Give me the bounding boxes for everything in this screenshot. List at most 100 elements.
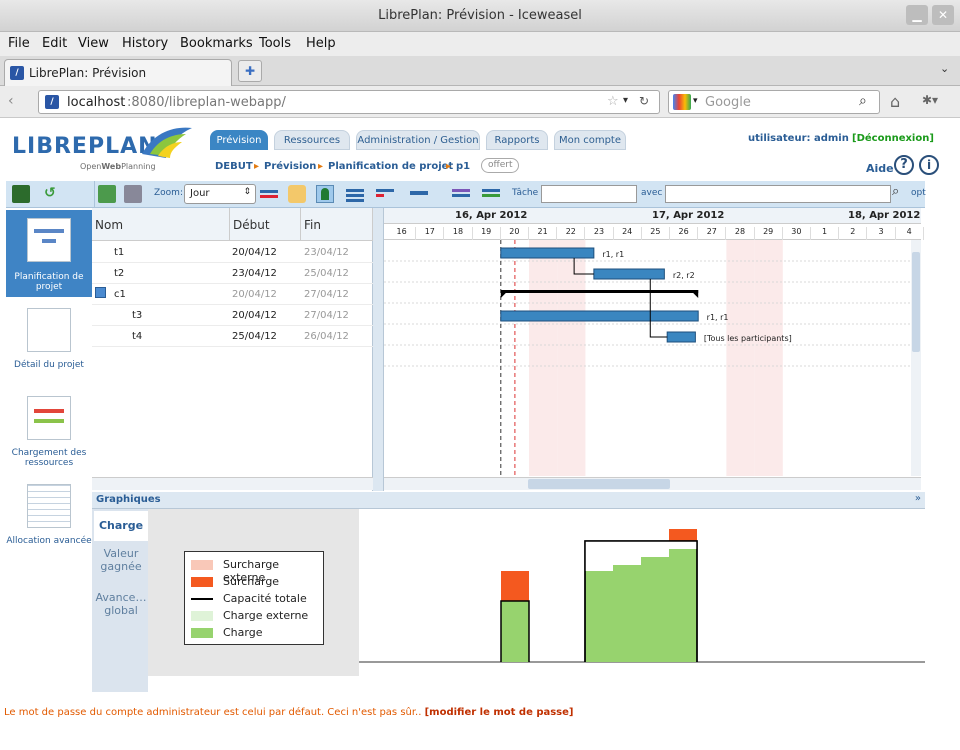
task-start[interactable]: 25/04/12 (232, 331, 277, 342)
minimize-button[interactable]: ▁ (906, 5, 928, 25)
tasklist-hscrollbar[interactable] (92, 477, 373, 490)
task-name[interactable]: t1 (114, 247, 124, 258)
flatten-tree-icon[interactable] (410, 185, 428, 203)
chart-tab-avance[interactable]: Avance… global (94, 587, 148, 627)
task-row[interactable]: t4 25/04/12 26/04/12 (92, 326, 373, 347)
menu-edit[interactable]: Edit (42, 36, 67, 51)
tab-list-chevron-icon[interactable]: ⌄ (940, 62, 949, 75)
breadcrumb-debut[interactable]: DEBUT (215, 161, 253, 172)
history-dropdown-icon[interactable]: ▾ (623, 95, 628, 106)
charts-header[interactable]: Graphiques » (92, 492, 925, 509)
sidebar-item-detail[interactable]: Détail du projet (6, 308, 92, 388)
chart-tab-charge[interactable]: Charge (94, 511, 148, 541)
reload-icon[interactable]: ↻ (639, 94, 649, 108)
tab-ressources[interactable]: Ressources (274, 130, 350, 150)
search-box[interactable]: ▾ Google ⌕ (668, 90, 880, 114)
task-start[interactable]: 20/04/12 (232, 310, 277, 321)
task-row[interactable]: c1 20/04/12 27/04/12 (92, 284, 373, 305)
chart-tab-valeur[interactable]: Valeur gagnée (94, 543, 148, 583)
new-tab-button[interactable]: ✚ (238, 60, 262, 82)
menu-bookmarks[interactable]: Bookmarks (180, 36, 253, 51)
day-label: 4 (896, 227, 924, 240)
task-name[interactable]: t3 (132, 310, 142, 321)
task-name[interactable]: c1 (114, 289, 126, 300)
sidebar-item-label: Détail du projet (6, 360, 92, 370)
sidebar-item-planification[interactable]: Planification de projet (6, 210, 92, 297)
search-icon[interactable]: ⌕ (859, 93, 867, 109)
task-end[interactable]: 23/04/12 (304, 247, 349, 258)
gantt-vscrollbar[interactable] (911, 240, 921, 476)
sidebar-item-resource-load[interactable]: Chargement des ressources (6, 396, 92, 476)
menu-file[interactable]: File (8, 36, 30, 51)
task-start[interactable]: 20/04/12 (232, 247, 277, 258)
menu-history[interactable]: History (122, 36, 168, 51)
change-password-link[interactable]: [modifier le mot de passe] (425, 707, 574, 718)
menu-tools[interactable]: Tools (259, 36, 291, 51)
reload-plan-icon[interactable]: ↺ (44, 185, 62, 203)
tab-rapports[interactable]: Rapports (486, 130, 548, 150)
sidebar-item-advanced-allocation[interactable]: Allocation avancée (6, 484, 92, 564)
breadcrumb-planification[interactable]: Planification de projet (328, 161, 453, 172)
task-row[interactable]: t3 20/04/12 27/04/12 (92, 305, 373, 326)
zoom-select[interactable]: Jour ⇕ (184, 184, 256, 204)
expand-tasks-icon[interactable] (346, 185, 364, 203)
task-end[interactable]: 27/04/12 (304, 310, 349, 321)
resource-label: r1, r1 (602, 250, 624, 259)
breadcrumb-p1[interactable]: p1 (456, 161, 470, 172)
menu-help[interactable]: Help (306, 36, 336, 51)
resources-icon[interactable] (316, 185, 334, 203)
task-start[interactable]: 23/04/12 (232, 268, 277, 279)
task-row[interactable]: t2 23/04/12 25/04/12 (92, 263, 373, 284)
column-header-end[interactable]: Fin (301, 208, 373, 241)
dependency-arrow (650, 279, 667, 337)
url-bar[interactable]: / localhost :8080/libreplan-webapp/ ☆ ▾ … (38, 90, 660, 114)
breadcrumb-prevision[interactable]: Prévision (264, 161, 316, 172)
filter-tasks-icon[interactable] (376, 185, 394, 203)
weekend-band (529, 240, 557, 476)
print-icon[interactable] (124, 185, 142, 203)
menu-view[interactable]: View (78, 36, 109, 51)
column-header-name[interactable]: Nom (92, 208, 230, 241)
day-label: 26 (670, 227, 698, 240)
show-advances-icon[interactable] (452, 185, 470, 203)
help-icon[interactable]: ? (894, 155, 914, 175)
task-row[interactable]: t1 20/04/12 23/04/12 (92, 242, 373, 263)
info-icon[interactable]: i (919, 155, 939, 175)
browser-tab[interactable]: / LibrePlan: Prévision (4, 59, 232, 86)
column-header-start[interactable]: Début (230, 208, 301, 241)
window-title: LibrePlan: Prévision - Iceweasel (0, 8, 960, 23)
show-reported-hours-icon[interactable] (482, 185, 500, 203)
tab-administration[interactable]: Administration / Gestion (356, 130, 480, 150)
task-name[interactable]: t2 (114, 268, 124, 279)
search-placeholder: Google (705, 95, 751, 110)
user-label: utilisateur: admin (748, 133, 849, 144)
task-end[interactable]: 25/04/12 (304, 268, 349, 279)
labels-icon[interactable] (288, 185, 306, 203)
tab-prevision[interactable]: Prévision (210, 130, 268, 150)
project-overview-icon[interactable] (98, 185, 116, 203)
project-detail-icon (27, 308, 71, 352)
addon-icon[interactable]: ✱▾ (922, 93, 938, 107)
sidebar-item-label: Planification de projet (6, 272, 92, 292)
collapse-icon[interactable] (95, 287, 106, 298)
gantt-hscrollbar[interactable] (384, 477, 921, 490)
filter-search-icon[interactable]: ⌕ (892, 184, 899, 199)
collapse-charts-icon[interactable]: » (915, 493, 921, 504)
task-filter-input[interactable] (541, 185, 637, 203)
logout-link[interactable]: [Déconnexion] (852, 133, 934, 144)
task-name[interactable]: t4 (132, 331, 142, 342)
tab-mon-compte[interactable]: Mon compte (554, 130, 626, 150)
allocation-grid-icon (27, 484, 71, 528)
back-icon[interactable]: ‹ (8, 93, 14, 109)
close-window-button[interactable]: ✕ (932, 5, 954, 25)
help-link[interactable]: Aide (866, 162, 894, 175)
panel-splitter[interactable] (373, 208, 383, 491)
task-end[interactable]: 26/04/12 (304, 331, 349, 342)
bookmark-star-icon[interactable]: ☆ (607, 94, 619, 109)
home-icon[interactable]: ⌂ (890, 92, 900, 111)
options-link[interactable]: opt (911, 188, 926, 198)
engine-dropdown-icon[interactable]: ▾ (693, 96, 698, 106)
label-filter-input[interactable] (665, 185, 891, 203)
save-icon[interactable] (12, 185, 30, 203)
critical-path-icon[interactable] (260, 185, 278, 203)
